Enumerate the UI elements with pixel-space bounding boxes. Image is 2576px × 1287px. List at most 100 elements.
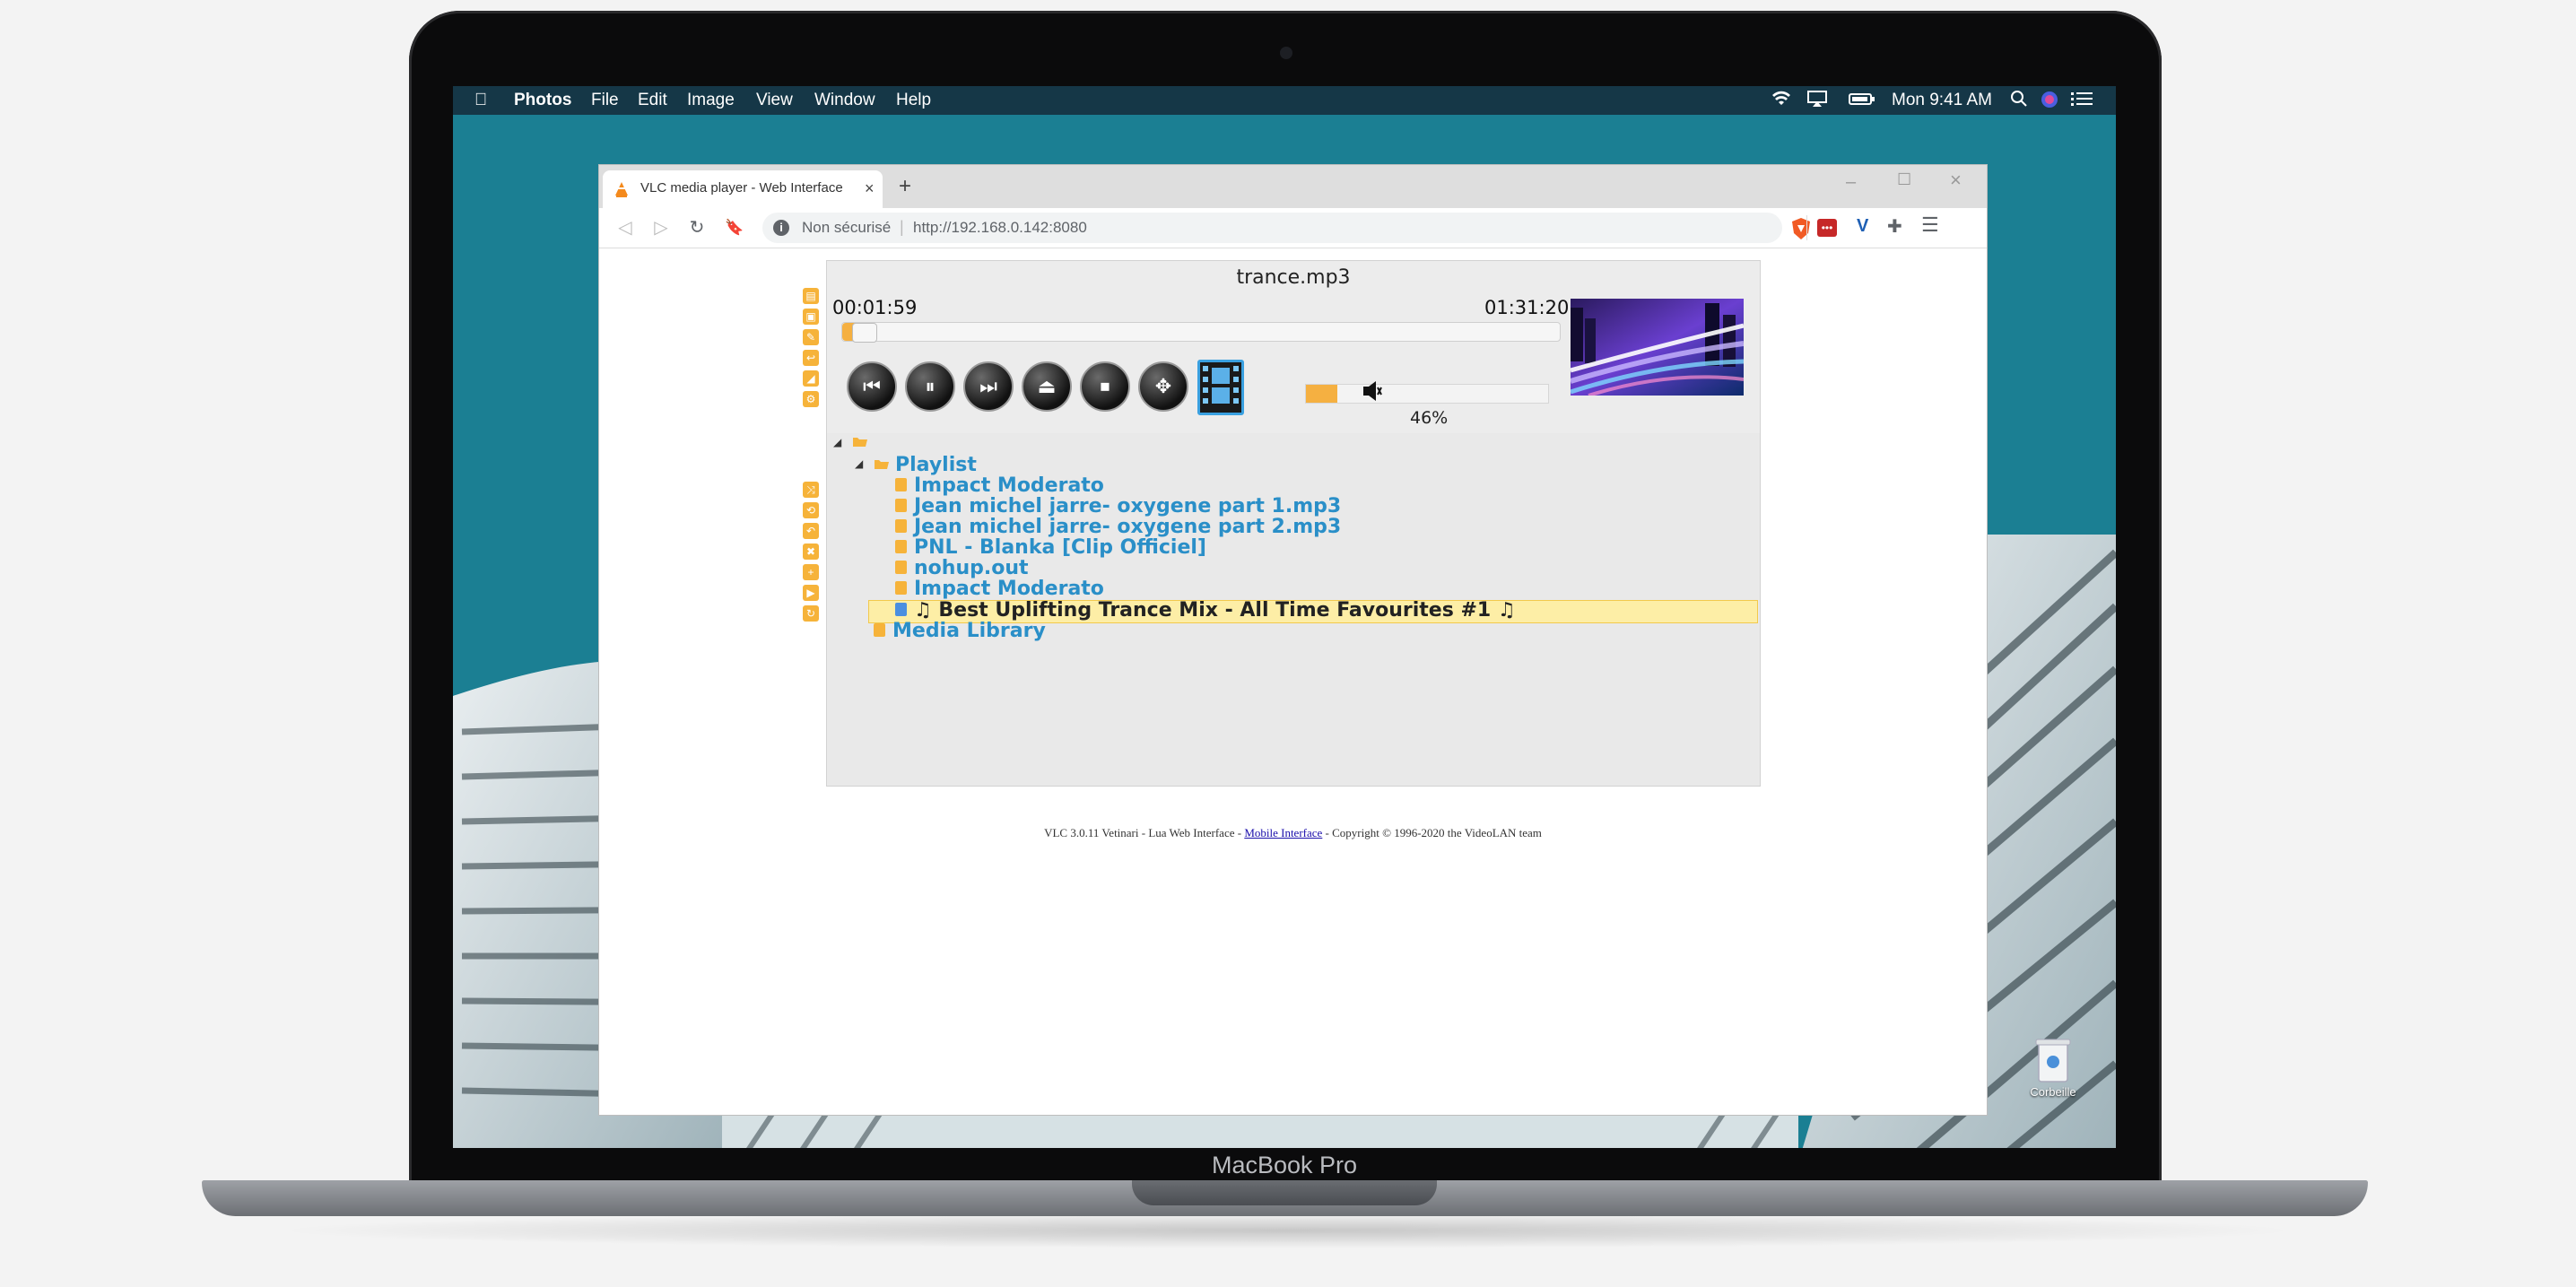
tab-close-icon[interactable]: ×: [865, 179, 875, 198]
brave-shield-icon[interactable]: [1790, 217, 1812, 245]
media-file-icon: [895, 580, 907, 595]
laptop-shadow: [269, 1213, 2305, 1248]
repeat-icon[interactable]: ↶: [803, 523, 819, 539]
siri-icon[interactable]: [2040, 90, 2059, 116]
playlist-item[interactable]: Impact Moderato: [895, 578, 1104, 599]
tree-expand-root-icon[interactable]: ◢: [833, 436, 841, 448]
laptop-hinge-notch: [1132, 1180, 1437, 1205]
menu-file[interactable]: File: [591, 90, 619, 111]
bookmark-icon[interactable]: 🔖: [721, 208, 748, 248]
airplay-icon[interactable]: [1806, 90, 1828, 114]
next-button[interactable]: ⏭: [963, 361, 1014, 412]
menubar-clock[interactable]: Mon 9:41 AM: [1892, 90, 1992, 111]
volume-slider[interactable]: [1305, 384, 1549, 404]
laptop-brand-label: MacBook Pro: [1211, 1152, 1358, 1178]
previous-button[interactable]: ⏮: [847, 361, 897, 412]
tab-title: VLC media player - Web Interface: [640, 180, 843, 196]
tab-vlc[interactable]: VLC media player - Web Interface ×: [603, 170, 883, 208]
playlist-item-current[interactable]: ♫ Best Uplifting Trance Mix - All Time F…: [895, 600, 1516, 621]
notification-center-icon[interactable]: [2071, 90, 2093, 114]
playlist-root-label: Playlist: [895, 454, 977, 476]
playlist-item[interactable]: Impact Moderato: [895, 475, 1104, 496]
menu-edit[interactable]: Edit: [638, 90, 667, 111]
side-equalizer-icon[interactable]: ◢: [803, 370, 819, 387]
album-art: [1571, 299, 1744, 396]
playlist-item[interactable]: PNL - Blanka [Clip Officiel]: [895, 537, 1206, 558]
url-divider: |: [900, 218, 904, 236]
fullscreen-button[interactable]: ✥: [1138, 361, 1188, 412]
extension-lastpass-icon[interactable]: •••: [1817, 219, 1837, 237]
tree-expand-playlist-icon[interactable]: ◢: [855, 457, 863, 470]
add-icon[interactable]: +: [803, 564, 819, 580]
menu-app-name[interactable]: Photos: [514, 90, 571, 111]
menu-help[interactable]: Help: [896, 90, 931, 111]
playlist-side-toolbar: ⤨ ⟲ ↶ ✖ + ▶ ↻: [803, 482, 822, 626]
shuffle-icon[interactable]: ⤨: [803, 482, 819, 498]
window-maximize-icon[interactable]: ☐: [1897, 170, 1911, 189]
refresh-icon[interactable]: ↻: [803, 605, 819, 622]
seek-handle[interactable]: [852, 323, 878, 343]
info-icon[interactable]: i: [773, 220, 789, 236]
seek-slider[interactable]: [841, 322, 1561, 343]
extensions-puzzle-icon[interactable]: ✚: [1887, 215, 1902, 238]
vlc-footer: VLC 3.0.11 Vetinari - Lua Web Interface …: [599, 826, 1987, 840]
media-file-icon: [895, 560, 907, 574]
playlist-item[interactable]: Jean michel jarre- oxygene part 2.mp3: [895, 517, 1341, 537]
screen:  Photos File Edit Image View Window Hel…: [453, 86, 2116, 1148]
side-repeat-icon[interactable]: ↩: [803, 350, 819, 366]
pause-button[interactable]: ⏸: [905, 361, 955, 412]
media-file-icon: [895, 539, 907, 553]
playlist-item[interactable]: Jean michel jarre- oxygene part 1.mp3: [895, 496, 1341, 517]
window-minimize-icon[interactable]: –: [1846, 172, 1856, 193]
side-open-icon[interactable]: ▤: [803, 288, 819, 304]
playlist-item[interactable]: nohup.out: [895, 558, 1029, 578]
browser-window: VLC media player - Web Interface × + – ☐…: [599, 165, 1987, 1115]
menu-window[interactable]: Window: [814, 90, 875, 111]
reload-icon[interactable]: ↻: [683, 208, 710, 248]
trash-icon: [2035, 1039, 2071, 1083]
media-file-icon: [895, 602, 907, 616]
side-edit-icon[interactable]: ✎: [803, 329, 819, 345]
window-close-icon[interactable]: ×: [1950, 169, 1962, 192]
menu-image[interactable]: Image: [687, 90, 735, 111]
media-file-icon: [895, 477, 907, 491]
battery-icon[interactable]: [1849, 90, 1875, 114]
vlc-side-toolbar: ▤ ▣ ✎ ↩ ◢ ⚙: [803, 288, 822, 412]
playlist-item-label: PNL - Blanka [Clip Officiel]: [914, 536, 1206, 559]
media-library-label: Media Library: [892, 620, 1046, 642]
speaker-icon[interactable]: [1362, 379, 1383, 407]
url-text[interactable]: http://192.168.0.142:8080: [913, 219, 1087, 237]
trash-desktop-item[interactable]: Corbeille: [2030, 1037, 2076, 1099]
delete-icon[interactable]: ✖: [803, 543, 819, 560]
side-settings-icon[interactable]: ⚙: [803, 391, 819, 407]
forward-icon[interactable]: ▷: [648, 208, 674, 248]
vlc-panel: ▤ ▣ ✎ ↩ ◢ ⚙ trance.mp3 00:01:59 01:31:20…: [803, 260, 1761, 787]
new-tab-icon[interactable]: +: [899, 174, 911, 199]
back-icon[interactable]: ◁: [612, 208, 639, 248]
player-controls: trance.mp3 00:01:59 01:31:20 ⏮ ⏸ ⏭ ⏏ ⏹ ✥: [827, 261, 1760, 433]
menu-view[interactable]: View: [756, 90, 793, 111]
playlist-item-label: ♫ Best Uplifting Trance Mix - All Time F…: [914, 599, 1516, 622]
eject-button[interactable]: ⏏: [1022, 361, 1072, 412]
stop-button[interactable]: ⏹: [1080, 361, 1130, 412]
root-folder-icon: [852, 435, 868, 452]
wifi-icon[interactable]: [1771, 90, 1791, 114]
spotlight-icon[interactable]: [2010, 90, 2028, 114]
extension-v-icon[interactable]: V: [1857, 216, 1868, 237]
playlist-item-label: Jean michel jarre- oxygene part 2.mp3: [914, 516, 1342, 538]
apple-icon[interactable]: : [474, 90, 487, 111]
total-duration: 01:31:20: [1484, 297, 1570, 318]
mobile-interface-link[interactable]: Mobile Interface: [1244, 826, 1322, 839]
footer-suffix: - Copyright © 1996-2020 the VideoLAN tea…: [1322, 826, 1542, 839]
media-file-icon: [895, 498, 907, 512]
browser-menu-icon[interactable]: ☰: [1921, 213, 1939, 237]
media-library[interactable]: Media Library: [874, 621, 1046, 641]
video-button[interactable]: [1197, 360, 1244, 415]
media-file-icon: [895, 518, 907, 533]
play-icon[interactable]: ▶: [803, 585, 819, 601]
address-bar[interactable]: i Non sécurisé | http://192.168.0.142:80…: [762, 213, 1782, 243]
tab-strip: VLC media player - Web Interface × + – ☐…: [599, 165, 1987, 208]
playlist-root[interactable]: Playlist: [874, 455, 977, 476]
loop-icon[interactable]: ⟲: [803, 502, 819, 518]
side-stream-icon[interactable]: ▣: [803, 309, 819, 325]
